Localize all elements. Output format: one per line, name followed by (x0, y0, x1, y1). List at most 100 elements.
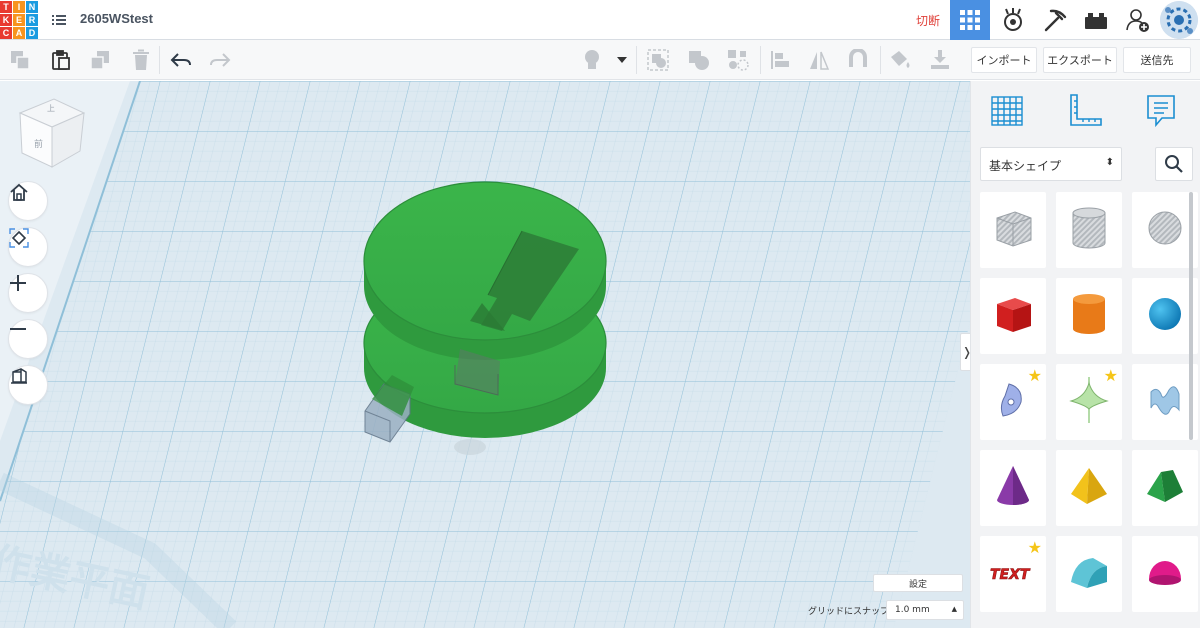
perspective-toggle-button[interactable] (8, 365, 48, 405)
mirror-button[interactable] (807, 48, 831, 72)
align-button[interactable] (768, 48, 792, 72)
import-button[interactable]: インポート (971, 47, 1037, 73)
shape-category-select[interactable]: 基本シェイプ ⬍ (980, 147, 1122, 181)
shapes-scrollbar[interactable] (1189, 192, 1193, 440)
magnet-button[interactable] (846, 48, 870, 72)
zoom-out-button[interactable] (8, 319, 48, 359)
shape-tile-box[interactable] (980, 278, 1046, 354)
invite-user-button[interactable] (1118, 0, 1158, 40)
shape-tile-roof[interactable] (1132, 450, 1198, 526)
group-button[interactable] (646, 48, 670, 72)
bricks-view-button[interactable] (1035, 0, 1075, 40)
paste-button[interactable] (49, 48, 73, 72)
caret-up-icon: ▲ (951, 605, 957, 613)
grid-snap-select[interactable]: 1.0 mm ▲ (886, 600, 964, 620)
scatter-shapes-icon (728, 50, 749, 71)
logo-letter: R (26, 14, 38, 26)
ruler-tab[interactable] (1065, 91, 1105, 131)
shape-tile-shape-generator[interactable]: ★ (1056, 364, 1122, 440)
undo-button[interactable] (169, 48, 193, 72)
zoom-in-button[interactable] (8, 273, 48, 313)
notes-tab[interactable] (1141, 91, 1181, 131)
logo-letter: K (0, 14, 12, 26)
shape-tile-half-cylinder[interactable] (1056, 536, 1122, 612)
copy-button[interactable] (8, 48, 32, 72)
copy-icon (11, 51, 30, 70)
plus-icon (10, 275, 26, 291)
ungroup-icon (689, 51, 709, 70)
toolbar-divider (880, 46, 881, 74)
delete-button[interactable] (129, 48, 153, 72)
half-cylinder-icon (1067, 552, 1111, 596)
cruise-button[interactable] (726, 48, 750, 72)
shape-tile-cylinder-hole[interactable] (1056, 192, 1122, 268)
export-button[interactable]: エクスポート (1043, 47, 1117, 73)
blocks-view-button[interactable] (993, 0, 1033, 40)
shapes-panel: 基本シェイプ ⬍ ★ ★ TEXT ★ (970, 81, 1200, 628)
favorite-star-icon: ★ (1027, 538, 1042, 557)
redo-button[interactable] (208, 48, 232, 72)
shape-tile-half-sphere[interactable] (1132, 536, 1198, 612)
send-to-button[interactable]: 送信先 (1123, 47, 1191, 73)
ungroup-button[interactable] (687, 48, 711, 72)
grid-snap-label: グリッドにスナップ (808, 607, 890, 617)
shape-tile-box-hole[interactable] (980, 192, 1046, 268)
project-title[interactable]: 2605WStest (80, 11, 153, 26)
align-icon (771, 51, 789, 69)
shape-tile-cylinder[interactable] (1056, 278, 1122, 354)
tinkercad-logo[interactable]: TIN KER CAD (0, 1, 38, 39)
brick-icon (1085, 13, 1107, 29)
cone-icon (993, 464, 1033, 512)
shape-search-button[interactable] (1155, 147, 1193, 181)
grid-tab[interactable] (987, 91, 1027, 131)
cut-label[interactable]: 切断 (916, 12, 940, 29)
shape-category-value: 基本シェイプ (989, 159, 1062, 173)
user-avatar[interactable] (1160, 1, 1198, 39)
sim-lab-icon (1004, 8, 1022, 31)
fit-view-button[interactable] (8, 227, 48, 267)
shape-tile-cone[interactable] (980, 450, 1046, 526)
top-bar: TIN KER CAD 2605WStest 切断 (0, 0, 1200, 40)
cylinder-hole-icon (1069, 205, 1109, 255)
text-3d-icon (1147, 380, 1183, 424)
sphere-hole-icon (1145, 208, 1185, 252)
grid-snap-value: 1.0 mm (895, 605, 930, 615)
logo-letter: E (13, 14, 25, 26)
3d-workplane-viewport[interactable]: 作業平面 上 前 設定 グリッドにスナップ 1.0 mm ▲ (0, 81, 970, 628)
add-user-icon (1126, 9, 1149, 32)
redo-icon (210, 53, 231, 67)
toolbar-divider (636, 46, 637, 74)
caret-down-icon (617, 57, 627, 63)
paint-button[interactable] (888, 48, 912, 72)
fit-all-icon (9, 228, 29, 248)
logo-letter: D (26, 27, 38, 39)
logo-letter: T (0, 1, 12, 13)
duplicate-button[interactable] (88, 48, 112, 72)
duplicate-icon (90, 51, 109, 70)
green-cylinder-top[interactable] (363, 181, 607, 360)
settings-button[interactable]: 設定 (873, 574, 963, 592)
lightbulb-icon (585, 50, 599, 69)
paste-icon (52, 50, 70, 70)
3d-design-view-button[interactable] (950, 0, 990, 40)
workplane-canvas[interactable]: 作業平面 (0, 81, 970, 628)
workplane-drop-button[interactable] (928, 48, 952, 72)
sphere-icon (1145, 294, 1185, 338)
paint-bucket-icon (891, 51, 910, 68)
notes-toggle-button[interactable] (580, 48, 604, 72)
shape-tile-scribble[interactable]: ★ (980, 364, 1046, 440)
undo-icon (170, 53, 191, 67)
favorite-star-icon: ★ (1103, 366, 1118, 385)
view-cube[interactable]: 上 前 (14, 95, 88, 171)
logo-letter: I (13, 1, 25, 13)
lego-bricks-button[interactable] (1076, 0, 1116, 40)
home-view-button[interactable] (8, 181, 48, 221)
notes-dropdown-button[interactable] (614, 48, 630, 72)
object-shadow (454, 439, 486, 455)
logo-letter: N (26, 1, 38, 13)
logo-letter: C (0, 27, 12, 39)
shape-tile-text[interactable]: TEXT ★ (980, 536, 1046, 612)
shape-tile-pyramid[interactable] (1056, 450, 1122, 526)
list-menu-icon[interactable] (52, 12, 66, 28)
note-comment-icon (1147, 95, 1175, 128)
